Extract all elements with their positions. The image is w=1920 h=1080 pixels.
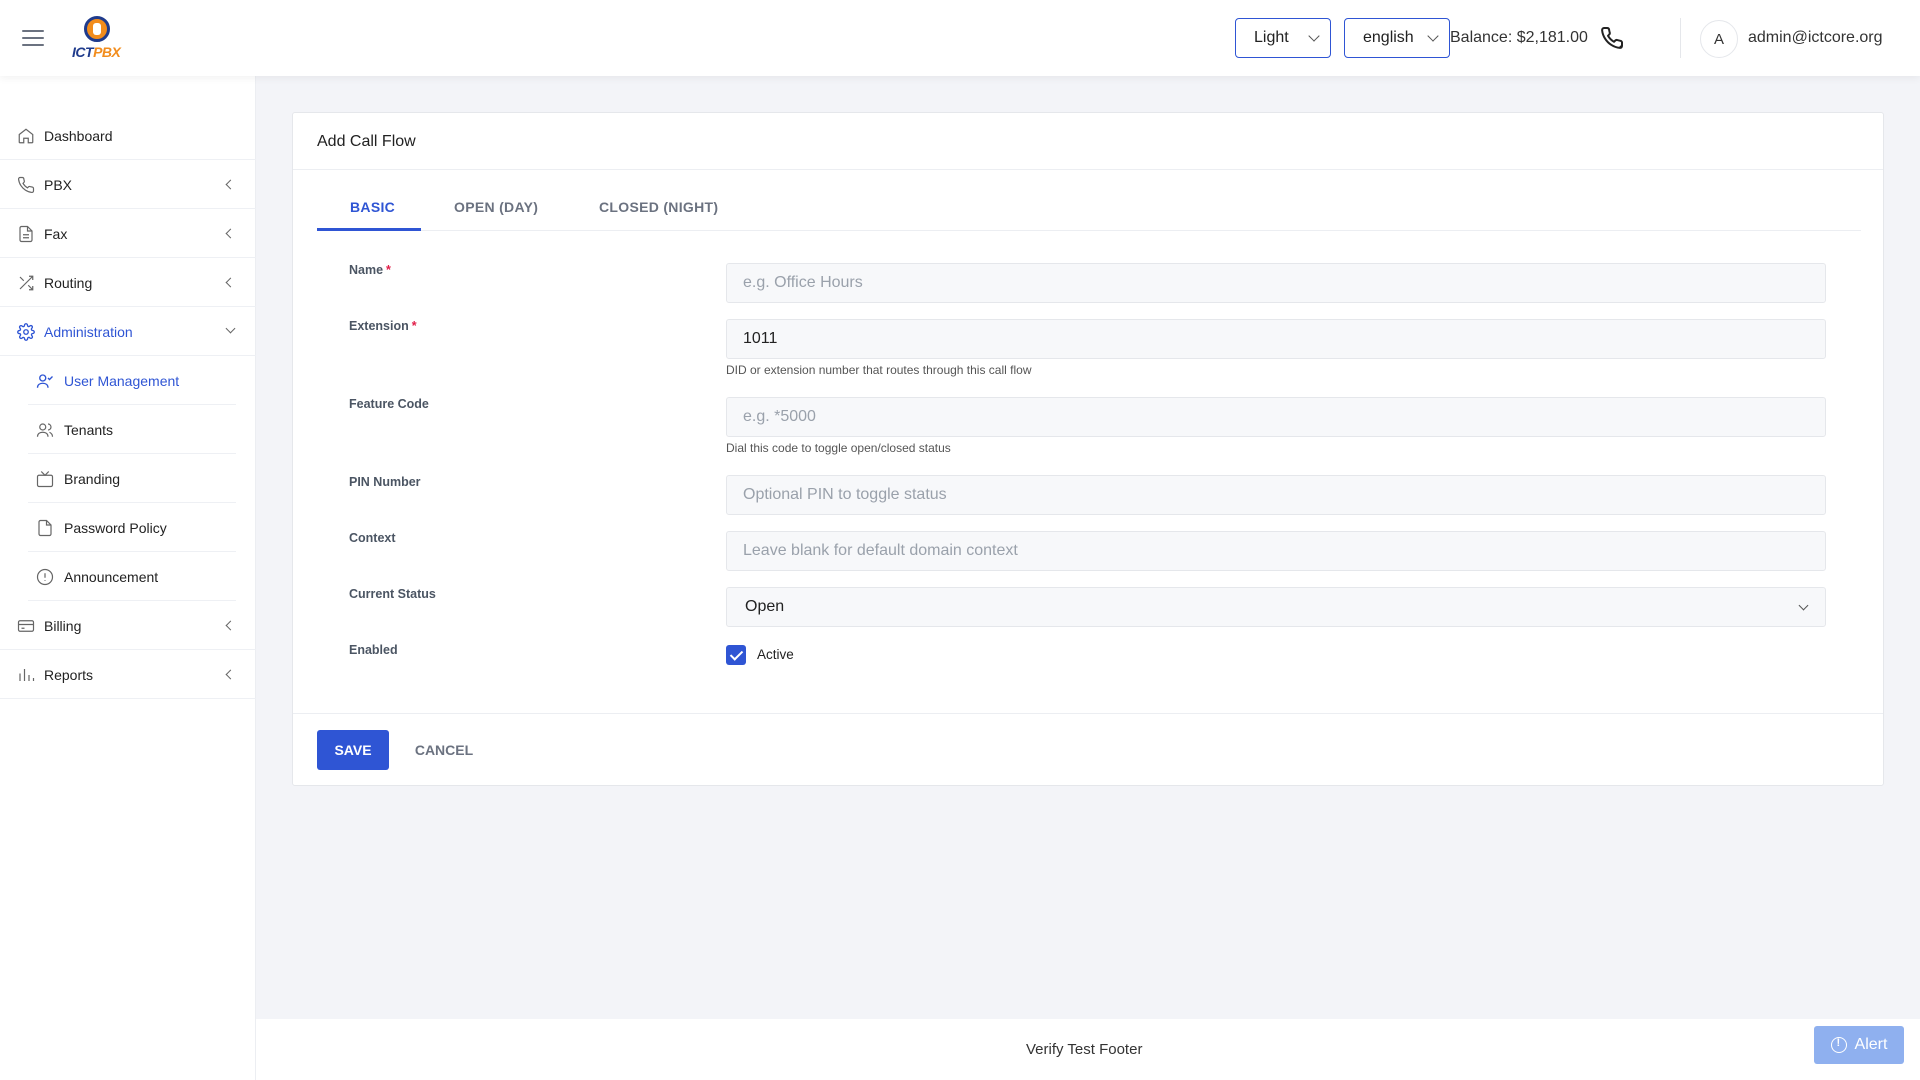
- context-input[interactable]: [726, 531, 1826, 571]
- sidebar-item-label: Routing: [44, 275, 93, 291]
- sidebar-item-label: Fax: [44, 226, 68, 242]
- sidebar-item-routing[interactable]: Routing: [0, 258, 256, 307]
- page-footer: Verify Test Footer: [256, 1019, 1920, 1080]
- home-icon: [18, 128, 34, 144]
- required-asterisk: *: [386, 263, 391, 277]
- chevron-left-icon: [225, 228, 236, 239]
- chevron-down-icon: [1427, 30, 1439, 42]
- file-icon: [38, 519, 52, 537]
- sidebar: Dashboard PBX Fax Routing Administration…: [0, 76, 256, 1080]
- hamburger-menu-icon[interactable]: [22, 30, 44, 46]
- cancel-button[interactable]: CANCEL: [409, 730, 479, 770]
- alert-icon: [1830, 1037, 1847, 1053]
- page-title: Add Call Flow: [317, 133, 416, 150]
- language-select-value: english: [1363, 29, 1414, 46]
- user-email[interactable]: admin@ictcore.org: [1748, 29, 1883, 47]
- sidebar-item-label: Reports: [44, 667, 94, 683]
- sidebar-item-fax[interactable]: Fax: [0, 209, 256, 258]
- name-label: Name *: [349, 263, 391, 277]
- balance-text: Balance: $2,181.00: [1450, 29, 1588, 46]
- sidebar-item-label: Dashboard: [44, 128, 113, 144]
- sidebar-item-dashboard[interactable]: Dashboard: [0, 111, 256, 160]
- chevron-left-icon: [225, 669, 236, 680]
- chevron-down-icon: [225, 323, 236, 334]
- theme-select-value: Light: [1254, 29, 1289, 46]
- language-select[interactable]: english: [1344, 18, 1450, 58]
- chevron-down-icon: [1308, 30, 1320, 42]
- sidebar-subitem-tenants[interactable]: Tenants: [28, 405, 236, 454]
- sidebar-subitem-label: Tenants: [64, 422, 114, 438]
- current-status-select[interactable]: Open: [726, 587, 1826, 627]
- pin-number-label: PIN Number: [349, 475, 421, 489]
- avatar[interactable]: A: [1700, 20, 1738, 58]
- credit-card-icon: [17, 620, 35, 632]
- sidebar-item-label: PBX: [44, 177, 73, 193]
- logo-mark-icon: [84, 16, 110, 42]
- divider: [293, 713, 1883, 714]
- theme-select[interactable]: Light: [1235, 18, 1331, 58]
- tab-closed-night[interactable]: CLOSED (NIGHT): [599, 199, 718, 215]
- alert-button[interactable]: Alert: [1814, 1026, 1904, 1064]
- info-circle-icon: [36, 568, 54, 586]
- save-button[interactable]: SAVE: [317, 730, 389, 770]
- top-header: ICTPBX Light english Balance: $2,181.00 …: [0, 0, 1920, 76]
- active-checkbox[interactable]: [726, 645, 746, 665]
- tabs-divider: [317, 230, 1861, 231]
- current-status-value: Open: [745, 598, 785, 615]
- sidebar-subitem-label: Password Policy: [64, 520, 167, 536]
- extension-label: Extension *: [349, 319, 417, 333]
- chevron-down-icon: [1798, 600, 1809, 611]
- sidebar-subitem-password-policy[interactable]: Password Policy: [28, 503, 236, 552]
- feature-code-input[interactable]: [726, 397, 1826, 437]
- ictpbx-logo[interactable]: ICTPBX: [70, 16, 126, 60]
- extension-input[interactable]: [726, 319, 1826, 359]
- chevron-left-icon: [225, 179, 236, 190]
- context-label: Context: [349, 531, 396, 545]
- sidebar-item-reports[interactable]: Reports: [0, 650, 256, 699]
- footer-text: Verify Test Footer: [1026, 1041, 1143, 1058]
- enabled-label: Enabled: [349, 643, 398, 657]
- tv-icon: [36, 471, 54, 488]
- active-checkbox-label[interactable]: Active: [757, 647, 794, 662]
- extension-help-text: DID or extension number that routes thro…: [726, 363, 1032, 377]
- phone-icon: [17, 176, 35, 194]
- sidebar-item-administration[interactable]: Administration: [0, 307, 256, 356]
- tab-basic[interactable]: BASIC: [350, 199, 395, 215]
- required-asterisk: *: [411, 319, 417, 333]
- feature-code-label: Feature Code: [349, 397, 429, 411]
- sidebar-item-billing[interactable]: Billing: [0, 601, 256, 650]
- add-call-flow-card: Add Call Flow BASIC OPEN (DAY) CLOSED (N…: [292, 112, 1884, 786]
- gear-icon: [17, 323, 35, 341]
- divider: [293, 169, 1883, 170]
- alert-label: Alert: [1854, 1036, 1888, 1053]
- current-status-label: Current Status: [349, 587, 436, 601]
- users-icon: [36, 423, 54, 437]
- header-divider: [1680, 18, 1681, 58]
- logo-text: ICTPBX: [72, 44, 121, 60]
- sidebar-subitem-label: Branding: [64, 471, 121, 487]
- feature-code-help-text: Dial this code to toggle open/closed sta…: [726, 441, 951, 455]
- sidebar-item-label: Billing: [44, 618, 82, 634]
- chevron-left-icon: [225, 620, 236, 631]
- phone-call-icon[interactable]: [1600, 26, 1624, 50]
- chevron-left-icon: [225, 277, 236, 288]
- sidebar-item-pbx[interactable]: PBX: [0, 160, 256, 209]
- active-tab-indicator: [317, 228, 421, 231]
- shuffle-icon: [19, 275, 34, 291]
- sidebar-subitem-branding[interactable]: Branding: [28, 454, 236, 503]
- tab-open-day[interactable]: OPEN (DAY): [454, 199, 538, 215]
- document-icon: [19, 225, 33, 243]
- user-check-icon: [36, 374, 53, 388]
- sidebar-subitem-label: Announcement: [64, 569, 159, 585]
- pin-number-input[interactable]: [726, 475, 1826, 515]
- sidebar-subitem-announcement[interactable]: Announcement: [28, 552, 236, 601]
- sidebar-item-label: Administration: [44, 324, 133, 340]
- sidebar-subitem-user-management[interactable]: User Management: [28, 356, 236, 405]
- sidebar-subitem-label: User Management: [64, 373, 180, 389]
- name-input[interactable]: [726, 263, 1826, 303]
- bar-chart-icon: [19, 669, 35, 681]
